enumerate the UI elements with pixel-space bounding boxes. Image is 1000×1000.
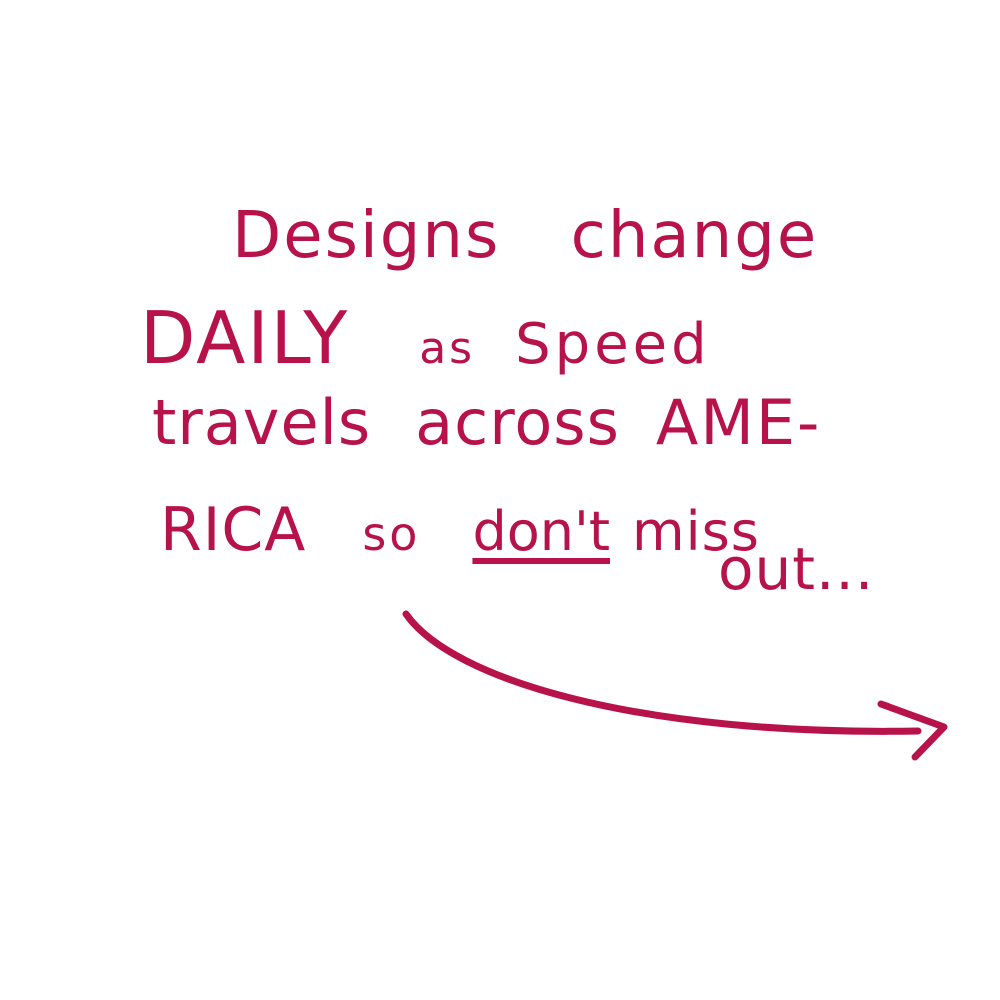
word-daily: DAILY [140,296,350,380]
word-so: so [362,507,421,561]
word-designs: Designs [232,199,501,273]
note-line-2: DAILY as Speed [140,302,711,374]
note-line-3: travels across AME- [152,392,821,454]
note-line-4: RICA so don't miss [160,498,760,560]
note-line-5: out... [718,540,874,598]
arrow-shaft [402,610,922,735]
word-rica: RICA [160,495,307,565]
word-across: across [415,386,620,459]
word-as: as [419,323,476,374]
word-speed: Speed [515,312,711,377]
arrow-head [877,700,948,761]
word-travels: travels [152,386,372,459]
word-ame: AME- [655,386,822,459]
handwritten-note-canvas: Designs change DAILY as Speed travels acros… [0,0,1000,1000]
word-out: out... [718,535,875,603]
note-line-1: Designs change [232,204,818,268]
word-dont-underlined: don't [472,500,610,563]
word-change: change [570,199,819,273]
